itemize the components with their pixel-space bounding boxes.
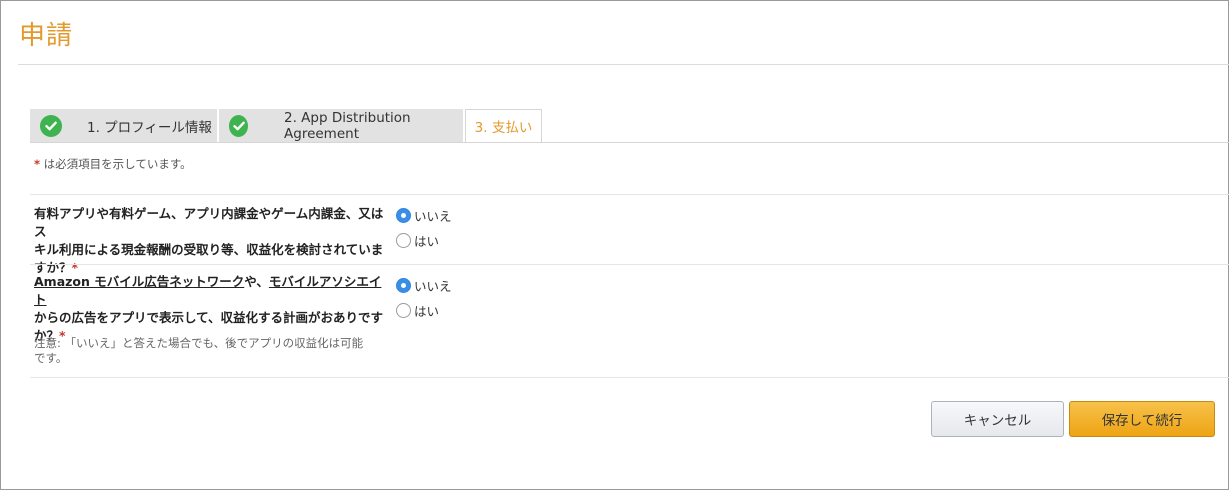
question-monetization: 有料アプリや有料ゲーム、アプリ内課金やゲーム内課金、又はス キル利用による現金報… [34,205,384,277]
note-line: 注意: 「いいえ」と答えた場合でも、後でアプリの収益化は可能 [34,336,364,350]
amazon-mobile-ads-link[interactable]: Amazon モバイル広告ネットワーク [34,274,244,289]
radio-option-yes[interactable]: はい [396,232,440,249]
page-title: 申請 [19,21,74,51]
title-divider [18,64,1229,65]
required-note-text: は必須項目を示しています。 [40,157,192,171]
radio-button-checked[interactable] [396,207,411,223]
row-divider [30,377,1229,378]
radio-label: いいえ [414,278,452,294]
save-and-continue-button[interactable]: 保存して続行 [1069,401,1215,437]
question-line: からの広告をアプリで表示して、収益化する計画がおありです [34,310,384,325]
cancel-button[interactable]: キャンセル [931,401,1064,437]
radio-button[interactable] [396,232,411,248]
radio-label: はい [414,303,440,319]
row-divider [30,194,1229,195]
required-note: * は必須項目を示しています。 [34,156,192,172]
check-circle-icon [40,115,62,137]
tab-profile-label: 1. プロフィール情報 [87,120,212,136]
tab-agreement-label: 2. App Distribution Agreement [284,110,411,142]
question-line: 有料アプリや有料ゲーム、アプリ内課金やゲーム内課金、又はス [34,206,384,239]
radio-option-no[interactable]: いいえ [396,207,452,224]
radio-button-checked[interactable] [396,277,411,293]
tab-payment-label: 3. 支払い [474,120,533,136]
tabs-divider [30,142,1229,143]
radio-option-no[interactable]: いいえ [396,277,452,294]
radio-label: はい [414,233,440,249]
page-frame: 申請 1. プロフィール情報 2. App Distribution Agree… [0,0,1229,490]
question-ads: Amazon モバイル広告ネットワークや、モバイルアソシエイト からの広告をアプ… [34,273,384,345]
tab-app-distribution-agreement[interactable]: 2. App Distribution Agreement [219,109,463,143]
check-circle-icon [229,115,249,137]
ads-note: 注意: 「いいえ」と答えた場合でも、後でアプリの収益化は可能 です。 [34,336,384,366]
question-line: キル利用による現金報酬の受取り等、収益化を検討されていま [34,242,384,257]
step-tabs: 1. プロフィール情報 2. App Distribution Agreemen… [30,109,542,143]
radio-button[interactable] [396,302,411,318]
radio-option-yes[interactable]: はい [396,302,440,319]
row-divider [30,264,1229,265]
radio-label: いいえ [414,208,452,224]
question-line: Amazon モバイル広告ネットワークや、モバイルアソシエイト [34,274,382,307]
note-line: です。 [34,351,68,365]
tab-profile[interactable]: 1. プロフィール情報 [30,109,217,143]
tab-payment[interactable]: 3. 支払い [465,109,542,143]
